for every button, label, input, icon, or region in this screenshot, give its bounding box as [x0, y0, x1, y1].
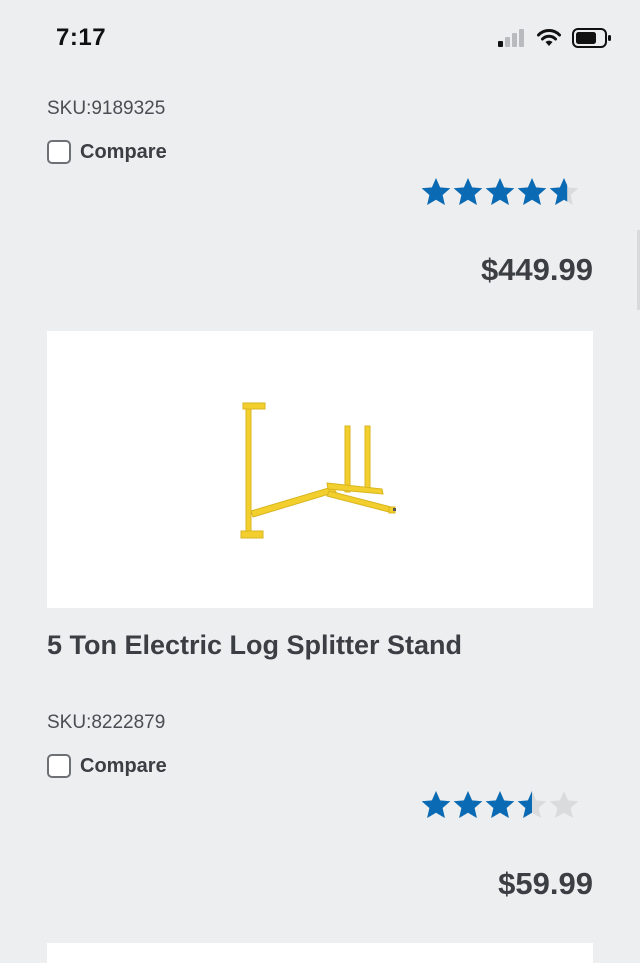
- rating-stars: [420, 176, 580, 208]
- star-icon: [453, 178, 483, 205]
- compare-label: Compare: [80, 140, 167, 163]
- star-icon: [549, 791, 579, 818]
- compare-label: Compare: [80, 754, 167, 777]
- next-product-card[interactable]: [47, 943, 593, 963]
- status-bar: 7:17: [0, 0, 640, 78]
- star-icon: [549, 178, 579, 205]
- compare-checkbox[interactable]: [47, 140, 71, 164]
- product-sku: SKU:8222879: [47, 712, 166, 733]
- compare-checkbox-row[interactable]: Compare: [47, 754, 167, 778]
- star-icon: [453, 791, 483, 818]
- star-icon: [421, 178, 451, 205]
- product-image[interactable]: [47, 331, 593, 608]
- star-icon: [421, 791, 451, 818]
- compare-checkbox[interactable]: [47, 754, 71, 778]
- log-splitter-stand-image: [240, 402, 396, 539]
- star-icon: [485, 178, 515, 205]
- compare-checkbox-row[interactable]: Compare: [47, 140, 167, 164]
- star-icon: [517, 791, 547, 818]
- battery-icon: [572, 28, 611, 48]
- wifi-icon: [537, 29, 561, 46]
- star-icon: [485, 791, 515, 818]
- rating-stars: [420, 789, 580, 821]
- product-sku: SKU:9189325: [47, 98, 166, 119]
- status-icons: [498, 28, 612, 48]
- cellular-signal-icon: [498, 29, 524, 47]
- product-title[interactable]: 5 Ton Electric Log Splitter Stand: [47, 630, 462, 661]
- star-icon: [517, 178, 547, 205]
- product-price: $59.99: [498, 866, 593, 901]
- status-time: 7:17: [56, 24, 107, 51]
- product-price: $449.99: [480, 252, 593, 287]
